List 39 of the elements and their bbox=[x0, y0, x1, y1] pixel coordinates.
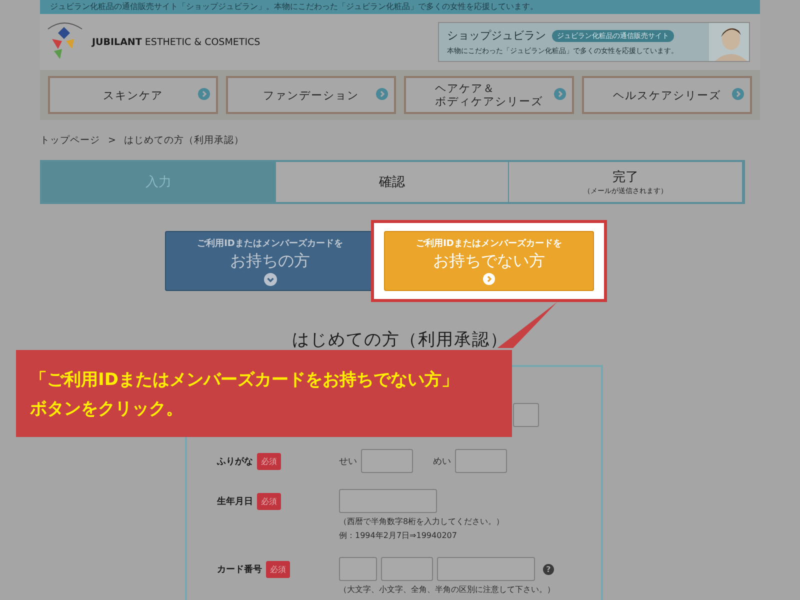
tagline-bar: ジュビラン化粧品の通信販売サイト「ショップジュビラン」。本物にこだわった「ジュビラン化粧品」で多くの女性を応援しています。 bbox=[40, 0, 760, 14]
breadcrumb-separator: > bbox=[108, 134, 116, 146]
chevron-icon bbox=[483, 273, 495, 285]
required-badge: 必須 bbox=[257, 492, 281, 510]
field-prefix: せい bbox=[339, 456, 357, 468]
nav-button[interactable]: ヘアケア＆ ボディケアシリーズ bbox=[404, 76, 574, 114]
field-label: カード番号 bbox=[217, 563, 262, 576]
input-field[interactable] bbox=[339, 489, 437, 513]
input-field[interactable] bbox=[513, 403, 539, 427]
brand-name: JUBILANT ESTHETIC & COSMETICS bbox=[92, 36, 260, 48]
chevron-icon bbox=[732, 88, 744, 100]
input-field[interactable] bbox=[361, 449, 413, 473]
input-field[interactable] bbox=[381, 557, 433, 581]
progress-step: 確認 bbox=[276, 162, 510, 202]
required-badge: 必須 bbox=[257, 452, 281, 470]
chevron-icon bbox=[376, 88, 388, 100]
chevron-icon bbox=[554, 88, 566, 100]
input-field[interactable] bbox=[455, 449, 507, 473]
field-hint: （西暦で半角数字8桁を入力してください。） bbox=[339, 516, 504, 527]
breadcrumb-current: はじめての方（利用承認） bbox=[124, 134, 244, 146]
field-prefix: めい bbox=[433, 456, 451, 468]
input-field[interactable] bbox=[339, 557, 377, 581]
field-hint: 例：1994年2月7日⇒19940207 bbox=[339, 530, 458, 541]
breadcrumb-link[interactable]: トップページ bbox=[40, 134, 100, 146]
page-title: はじめての方（利用承認） bbox=[291, 329, 509, 351]
callout-text: ボタンをクリック。 bbox=[30, 398, 183, 420]
nav-button[interactable]: スキンケア bbox=[48, 76, 218, 114]
nav-button[interactable]: ヘルスケアシリーズ bbox=[582, 76, 752, 114]
input-field[interactable] bbox=[437, 557, 535, 581]
help-icon[interactable]: ? bbox=[543, 564, 554, 574]
required-badge: 必須 bbox=[266, 560, 290, 578]
callout-text: 「ご利用IDまたはメンバーズカードをお持ちでない方」 bbox=[30, 368, 458, 390]
chevron-down-icon bbox=[264, 272, 276, 286]
field-label: ふりがな bbox=[217, 456, 253, 468]
chevron-icon bbox=[198, 88, 210, 100]
field-label: 生年月日 bbox=[217, 495, 253, 508]
nav-button[interactable]: ファンデーション bbox=[226, 76, 396, 114]
banner-title: ショップジュビラン bbox=[447, 28, 546, 43]
field-hint: （大文字、小文字、全角、半角の区別に注意して下さい。） bbox=[339, 584, 555, 595]
